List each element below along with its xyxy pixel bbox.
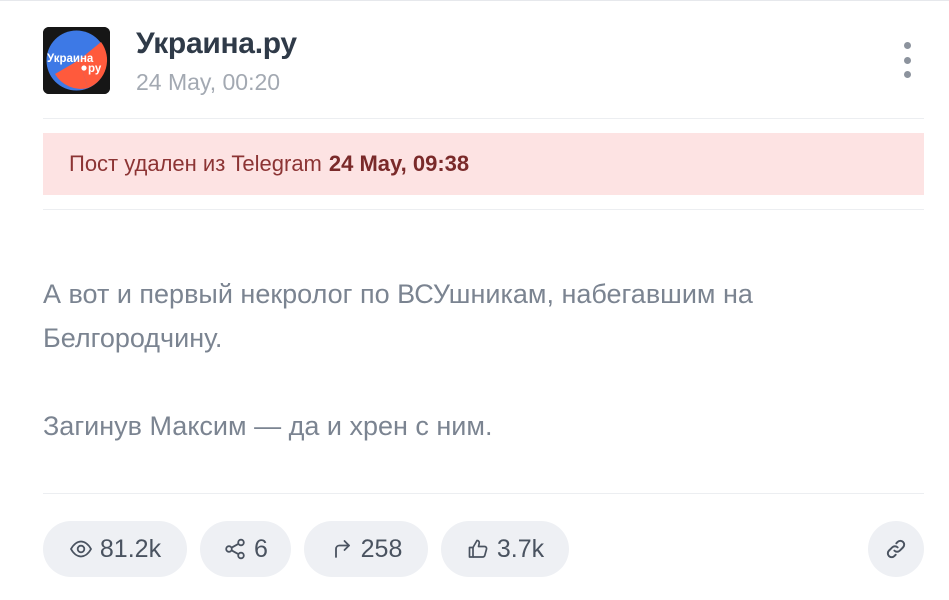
channel-avatar[interactable]: Украина ру (43, 27, 110, 94)
vertical-dots-icon (903, 71, 911, 78)
deleted-notice-date: 24 May, 09:38 (328, 151, 470, 176)
forwards-count: 258 (360, 534, 403, 563)
vertical-dots-icon (903, 42, 911, 49)
thumbs-up-icon (468, 539, 488, 558)
vertical-dots-icon (903, 56, 911, 64)
link-icon (886, 539, 906, 559)
svg-text:Украина: Украина (47, 53, 94, 65)
shares-count: 6 (254, 534, 268, 563)
channel-name[interactable]: Украина.ру (136, 27, 297, 61)
views-count: 81.2k (99, 534, 162, 563)
views-stat[interactable]: 81.2k (43, 521, 187, 577)
post-paragraph: А вот и первый некролог по ВСУшникам, на… (43, 279, 753, 353)
deleted-notice: Пост удален из Telegram 24 May, 09:38 (43, 133, 924, 195)
share-nodes-icon (225, 538, 245, 560)
forwards-stat[interactable]: 258 (304, 521, 428, 577)
post-paragraph: Загинув Максим — да и хрен с ним. (43, 411, 493, 441)
svg-text:ру: ру (88, 63, 102, 75)
likes-stat[interactable]: 3.7k (441, 521, 569, 577)
eye-icon (69, 540, 92, 558)
notice-divider (43, 209, 924, 210)
channel-logo: Украина ру (43, 27, 110, 94)
more-options-button[interactable] (892, 40, 922, 80)
post-text: А вот и первый некролог по ВСУшникам, на… (43, 272, 924, 448)
shares-stat[interactable]: 6 (200, 521, 291, 577)
footer-divider (43, 493, 924, 494)
post-card: Украина ру Украина.ру 24 May, 00:20 Пост… (0, 0, 949, 600)
post-date: 24 May, 00:20 (136, 69, 281, 95)
likes-count: 3.7k (496, 534, 545, 563)
copy-link-button[interactable] (868, 521, 924, 577)
deleted-notice-text: Пост удален из Telegram (69, 151, 322, 176)
header-divider (43, 118, 924, 119)
forward-arrow-icon (334, 540, 350, 558)
